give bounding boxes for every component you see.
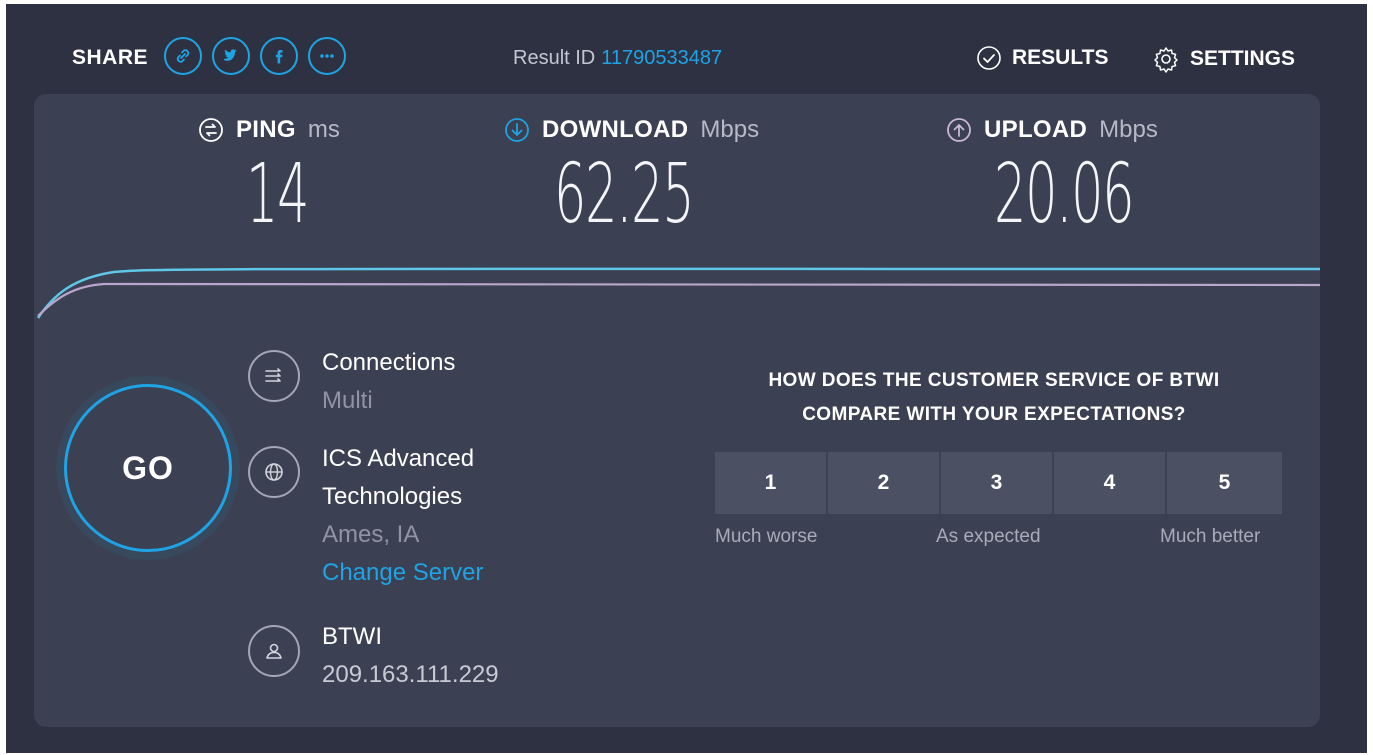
upload-graph-line bbox=[37, 282, 1320, 317]
download-value: 62.25 bbox=[554, 147, 695, 242]
server-name-line2: Technologies bbox=[322, 483, 463, 510]
result-id-label: Result ID bbox=[513, 47, 596, 69]
speedtest-window: SHARE Result ID 11790533487 RESULTS SETT… bbox=[6, 4, 1367, 753]
connections-icon bbox=[248, 350, 300, 402]
result-id: Result ID 11790533487 bbox=[513, 47, 722, 70]
settings-button[interactable]: SETTINGS bbox=[1152, 45, 1295, 73]
link-icon[interactable] bbox=[164, 37, 202, 75]
download-icon bbox=[505, 118, 529, 142]
twitter-icon[interactable] bbox=[212, 37, 250, 75]
connections-value[interactable]: Multi bbox=[322, 382, 455, 420]
results-label: RESULTS bbox=[1012, 46, 1109, 69]
rating-option-4[interactable]: 4 bbox=[1054, 452, 1167, 514]
survey-question-line2: COMPARE WITH YOUR EXPECTATIONS? bbox=[802, 404, 1186, 425]
settings-label: SETTINGS bbox=[1190, 47, 1296, 70]
rating-label-mid: As expected bbox=[936, 526, 1041, 547]
change-server-link[interactable]: Change Server bbox=[322, 554, 483, 592]
share-icons bbox=[164, 37, 346, 75]
check-circle-icon bbox=[977, 46, 1001, 70]
upload-unit: Mbps bbox=[1099, 116, 1158, 143]
results-panel: PING ms 14 DOWNLOAD Mbps 62.25 UPLOAD Mb… bbox=[34, 94, 1320, 727]
survey-question-line1: HOW DOES THE CUSTOMER SERVICE OF BTWI bbox=[768, 370, 1220, 391]
globe-icon bbox=[248, 446, 300, 498]
go-button[interactable]: GO bbox=[64, 384, 232, 552]
rating-label-low: Much worse bbox=[715, 526, 818, 547]
connections-label: Connections bbox=[322, 349, 456, 376]
connections-info: Connections Multi bbox=[322, 344, 455, 420]
top-bar: SHARE Result ID 11790533487 RESULTS SETT… bbox=[6, 4, 1367, 104]
rating-label-high: Much better bbox=[1160, 526, 1261, 547]
more-icon[interactable] bbox=[308, 37, 346, 75]
rating-option-1[interactable]: 1 bbox=[715, 452, 828, 514]
isp-name: BTWI bbox=[322, 623, 382, 650]
upload-label: UPLOAD bbox=[984, 116, 1088, 143]
download-label: DOWNLOAD bbox=[542, 116, 689, 143]
rating-scale: 1 2 3 4 5 bbox=[715, 452, 1282, 514]
ping-unit: ms bbox=[307, 116, 340, 143]
server-name-line1: ICS Advanced bbox=[322, 445, 475, 472]
upload-value: 20.06 bbox=[994, 147, 1135, 242]
download-graph-line bbox=[36, 267, 1320, 319]
ping-metric: PING ms 14 bbox=[198, 116, 346, 236]
upload-icon bbox=[947, 118, 971, 142]
rating-option-5[interactable]: 5 bbox=[1167, 452, 1282, 514]
ping-value: 14 bbox=[246, 147, 309, 242]
speed-graph bbox=[36, 267, 1320, 319]
download-unit: Mbps bbox=[700, 116, 760, 143]
isp-info: BTWI 209.163.111.229 bbox=[322, 618, 499, 694]
isp-ip: 209.163.111.229 bbox=[322, 661, 499, 688]
user-icon bbox=[248, 625, 300, 677]
survey-question: HOW DOES THE CUSTOMER SERVICE OF BTWI CO… bbox=[704, 364, 1284, 432]
ping-icon bbox=[199, 118, 223, 142]
share-label: SHARE bbox=[72, 46, 149, 69]
server-location: Ames, IA bbox=[322, 521, 420, 548]
results-button[interactable]: RESULTS bbox=[976, 45, 1108, 71]
result-id-value[interactable]: 11790533487 bbox=[601, 47, 722, 69]
rating-option-3[interactable]: 3 bbox=[941, 452, 1054, 514]
facebook-icon[interactable] bbox=[260, 37, 298, 75]
gear-icon bbox=[1154, 47, 1178, 73]
upload-metric: UPLOAD Mbps 20.06 bbox=[946, 116, 1219, 236]
go-label: GO bbox=[122, 449, 174, 486]
server-info: ICS Advanced Technologies Ames, IA Chang… bbox=[322, 440, 483, 592]
download-metric: DOWNLOAD Mbps 62.25 bbox=[504, 116, 779, 236]
ping-label: PING bbox=[236, 116, 296, 143]
rating-option-2[interactable]: 2 bbox=[828, 452, 941, 514]
